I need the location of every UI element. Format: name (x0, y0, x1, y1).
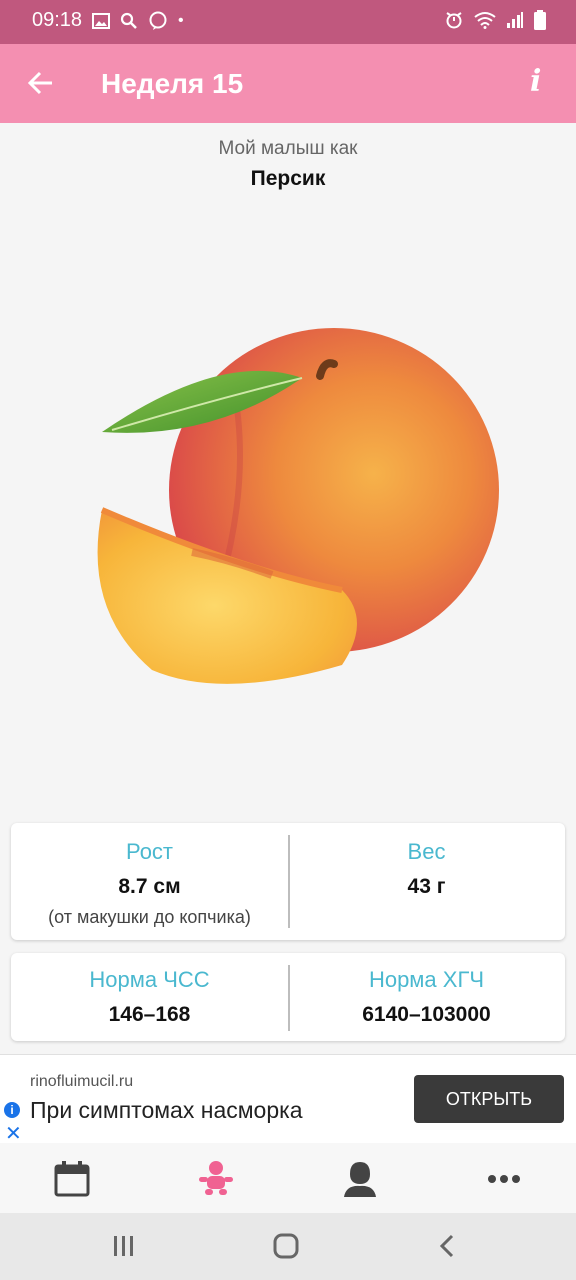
fruit-name: Персик (250, 167, 326, 190)
signal-icon (507, 12, 523, 28)
info-icon[interactable]: i (530, 64, 541, 99)
height-label: Рост (125, 839, 174, 864)
hcg-column: Норма ХГЧ 6140–103000 (288, 953, 565, 1041)
ad-banner[interactable]: rinofluimucil.ru При симптомах насморка … (0, 1054, 576, 1145)
growth-card: Рост 8.7 см (от макушки до копчика) Вес … (11, 823, 565, 940)
viber-icon (149, 11, 167, 30)
norms-card: Норма ЧСС 146–168 Норма ХГЧ 6140–103000 (11, 953, 565, 1041)
status-time: 09:18 (32, 9, 83, 31)
bottom-navigation (0, 1143, 576, 1213)
weight-label: Вес (407, 839, 446, 864)
person-icon[interactable] (340, 1159, 380, 1199)
calendar-icon[interactable] (52, 1159, 92, 1199)
search-icon (120, 12, 137, 29)
ad-text[interactable]: При симптомах насморка (30, 1097, 303, 1124)
heart-rate-value: 146–168 (108, 1003, 191, 1026)
ad-open-button[interactable]: ОТКРЫТЬ (414, 1075, 564, 1123)
baby-icon[interactable] (196, 1159, 236, 1199)
home-icon[interactable] (273, 1233, 299, 1259)
baby-size-caption: Мой малыш как (218, 138, 358, 159)
back-arrow-icon[interactable] (26, 68, 56, 98)
status-system-icons (444, 10, 546, 30)
peach-illustration (97, 328, 499, 684)
height-note: (от макушки до копчика) (48, 907, 251, 927)
status-bar: 09:18 • (0, 0, 576, 44)
system-navigation-bar (0, 1213, 576, 1280)
alarm-icon (446, 12, 462, 29)
page-title: Неделя 15 (101, 68, 244, 99)
more-notifications-dot: • (178, 12, 184, 29)
height-column: Рост 8.7 см (от макушки до копчика) (11, 823, 288, 940)
image-icon (92, 13, 110, 29)
back-nav-icon[interactable] (438, 1234, 456, 1258)
ad-info-icon[interactable]: i (4, 1102, 20, 1118)
battery-icon (534, 10, 546, 30)
wifi-icon (474, 12, 496, 29)
ad-domain: rinofluimucil.ru (30, 1073, 134, 1090)
hcg-label: Норма ХГЧ (368, 967, 485, 992)
status-notification-icons: • (92, 11, 184, 31)
weight-value: 43 г (407, 875, 446, 898)
more-icon[interactable] (484, 1159, 524, 1199)
weight-column: Вес 43 г (288, 823, 565, 940)
app-bar: Неделя 15 i (0, 44, 576, 123)
hcg-value: 6140–103000 (362, 1003, 491, 1026)
heart-rate-label: Норма ЧСС (89, 967, 210, 992)
heart-rate-column: Норма ЧСС 146–168 (11, 953, 288, 1041)
recent-apps-icon[interactable] (112, 1235, 136, 1257)
height-value: 8.7 см (118, 875, 181, 898)
